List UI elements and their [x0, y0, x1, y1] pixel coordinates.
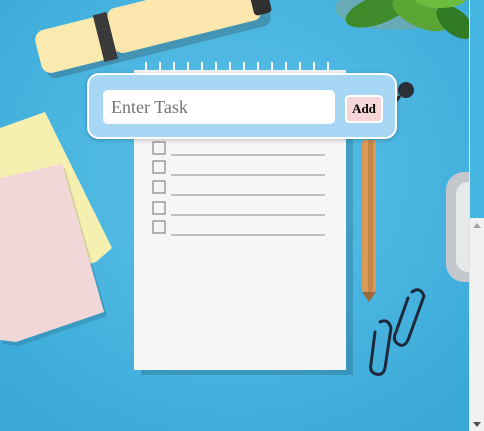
task-input[interactable] — [103, 90, 335, 124]
add-task-button[interactable]: Add — [345, 95, 383, 123]
chevron-down-icon[interactable] — [470, 417, 484, 431]
vertical-scrollbar[interactable] — [469, 0, 484, 431]
task-form: Add — [87, 73, 397, 139]
chevron-up-icon[interactable] — [470, 218, 484, 232]
device-corner — [446, 172, 470, 282]
scrollbar-background-gap — [470, 0, 484, 218]
pencil — [362, 140, 376, 302]
desk-background — [0, 0, 470, 431]
